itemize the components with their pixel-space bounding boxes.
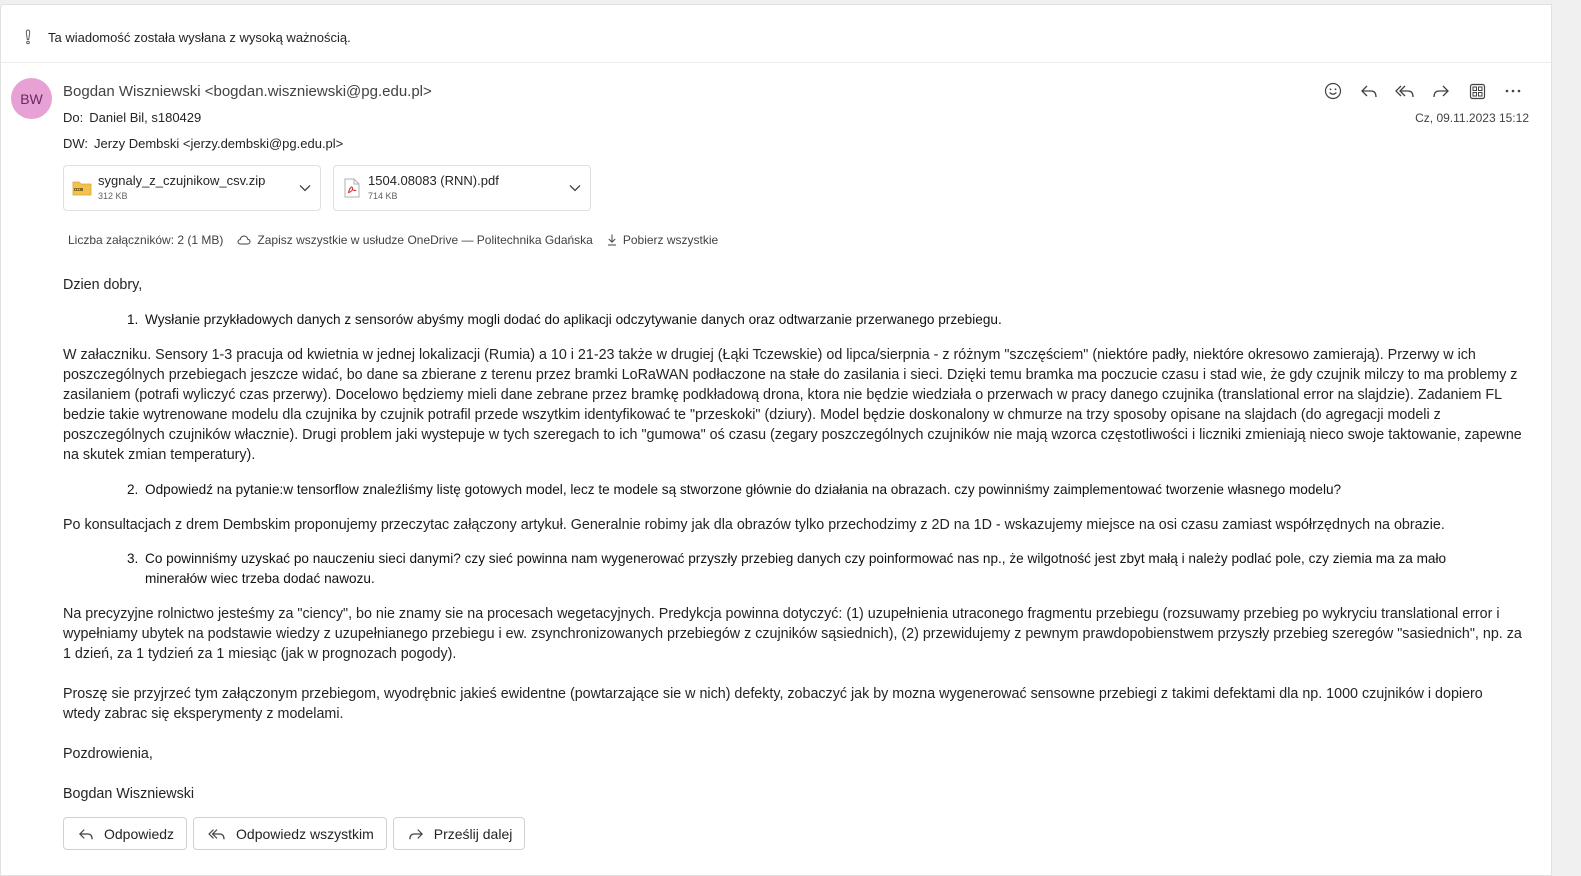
list-item: 2. Odpowiedź na pytanie:w tensorflow zna…: [127, 480, 1523, 500]
to-label: Do:: [63, 110, 84, 125]
attachment-size: 312 KB: [98, 191, 128, 202]
reply-all-icon: [208, 828, 225, 839]
closing: Pozdrowienia,: [63, 746, 153, 762]
forward-icon: [409, 828, 423, 839]
reply-button[interactable]: Odpowiedz: [63, 817, 188, 850]
reply-all-icon[interactable]: [1387, 79, 1423, 103]
message-pane: Ta wiadomość została wysłana z wysoką wa…: [0, 4, 1552, 876]
message-datetime: Cz, 09.11.2023 15:12: [1415, 111, 1529, 125]
list-number: 1.: [127, 312, 139, 327]
attachment-card[interactable]: sygnaly_z_czujnikow_csv.zip 312 KB: [63, 165, 321, 211]
attachment-size: 714 KB: [368, 191, 398, 202]
paragraph: Na precyzyjne rolnictwo jesteśmy za "cie…: [63, 606, 1522, 662]
list-number: 3.: [127, 551, 139, 566]
list-item: 3. Co powinniśmy uzyskać po nauczeniu si…: [127, 549, 1523, 589]
paragraph: Po konsultacjach z drem Dembskim proponu…: [63, 517, 1445, 533]
save-to-onedrive-label: Zapisz wszystkie w usłudze OneDrive — Po…: [257, 233, 593, 247]
reply-icon[interactable]: [1351, 79, 1387, 103]
reply-icon: [79, 828, 93, 839]
apps-icon[interactable]: [1459, 79, 1495, 103]
paragraph: W załaczniku. Sensory 1-3 pracuja od kwi…: [63, 347, 1522, 463]
greeting: Dzien dobry,: [63, 277, 143, 293]
list-item-text: Co powinniśmy uzyskać po nauczeniu sieci…: [145, 551, 1447, 586]
reply-all-button[interactable]: Odpowiedz wszystkim: [193, 817, 387, 850]
list-item: 1. Wysłanie przykładowych danych z senso…: [127, 310, 1523, 330]
more-icon[interactable]: [1495, 79, 1531, 103]
zip-file-icon: [71, 177, 93, 199]
attachment-bar: Liczba załączników: 2 (1 MB) Zapisz wszy…: [68, 233, 718, 247]
list-number: 2.: [127, 482, 139, 497]
chevron-down-icon[interactable]: [290, 184, 320, 192]
download-icon: [607, 234, 616, 246]
forward-button[interactable]: Prześlij dalej: [392, 817, 526, 850]
scrollbar[interactable]: [1567, 0, 1581, 863]
cc-recipient[interactable]: Jerzy Dembski <jerzy.dembski@pg.edu.pl>: [94, 136, 343, 151]
message-body: Dzien dobry, 1. Wysłanie przykładowych d…: [63, 275, 1523, 804]
message-actions: [1315, 79, 1531, 103]
reply-label: Odpowiedz: [104, 825, 175, 842]
download-all-link[interactable]: Pobierz wszystkie: [607, 233, 718, 247]
reply-all-label: Odpowiedz wszystkim: [236, 825, 374, 842]
cc-line: DW: Jerzy Dembski <jerzy.dembski@pg.edu.p…: [63, 136, 343, 151]
avatar[interactable]: BW: [11, 78, 52, 119]
to-line: Do: Daniel Bil, s180429: [63, 110, 201, 125]
list-item-text: Odpowiedź na pytanie:w tensorflow znaleź…: [145, 482, 1342, 497]
importance-banner: Ta wiadomość została wysłana z wysoką wa…: [23, 27, 351, 47]
list-item-text: Wysłanie przykładowych danych z sensorów…: [145, 312, 1002, 327]
to-recipient[interactable]: Daniel Bil, s180429: [89, 110, 201, 125]
attachment-card[interactable]: 1504.08083 (RNN).pdf 714 KB: [333, 165, 591, 211]
cc-label: DW:: [63, 136, 89, 151]
avatar-initials: BW: [20, 90, 43, 107]
sender-name[interactable]: Bogdan Wiszniewski <bogdan.wiszniewski@p…: [63, 83, 432, 100]
emoji-icon[interactable]: [1315, 79, 1351, 103]
forward-icon[interactable]: [1423, 79, 1459, 103]
download-all-label: Pobierz wszystkie: [622, 233, 719, 247]
attachment-count: Liczba załączników: 2 (1 MB): [68, 233, 224, 247]
reply-buttons: Odpowiedz Odpowiedz wszystkim Prześlij d…: [63, 817, 526, 850]
chevron-down-icon[interactable]: [560, 184, 590, 192]
attachment-name: sygnaly_z_czujnikow_csv.zip: [98, 173, 266, 189]
importance-text: Ta wiadomość została wysłana z wysoką wa…: [48, 29, 351, 45]
divider: [1, 62, 1551, 63]
exclamation-icon: [23, 29, 33, 45]
pdf-file-icon: [341, 177, 363, 199]
forward-label: Prześlij dalej: [433, 825, 513, 842]
attachment-name: 1504.08083 (RNN).pdf: [368, 173, 499, 189]
signature: Bogdan Wiszniewski: [63, 786, 195, 802]
sender-line[interactable]: Bogdan Wiszniewski <bogdan.wiszniewski@p…: [63, 83, 432, 100]
paragraph: Proszę sie przyjrzeć tym załączonym prze…: [63, 686, 1483, 722]
save-to-onedrive-link[interactable]: Zapisz wszystkie w usłudze OneDrive — Po…: [237, 233, 593, 247]
cloud-icon: [237, 235, 251, 245]
